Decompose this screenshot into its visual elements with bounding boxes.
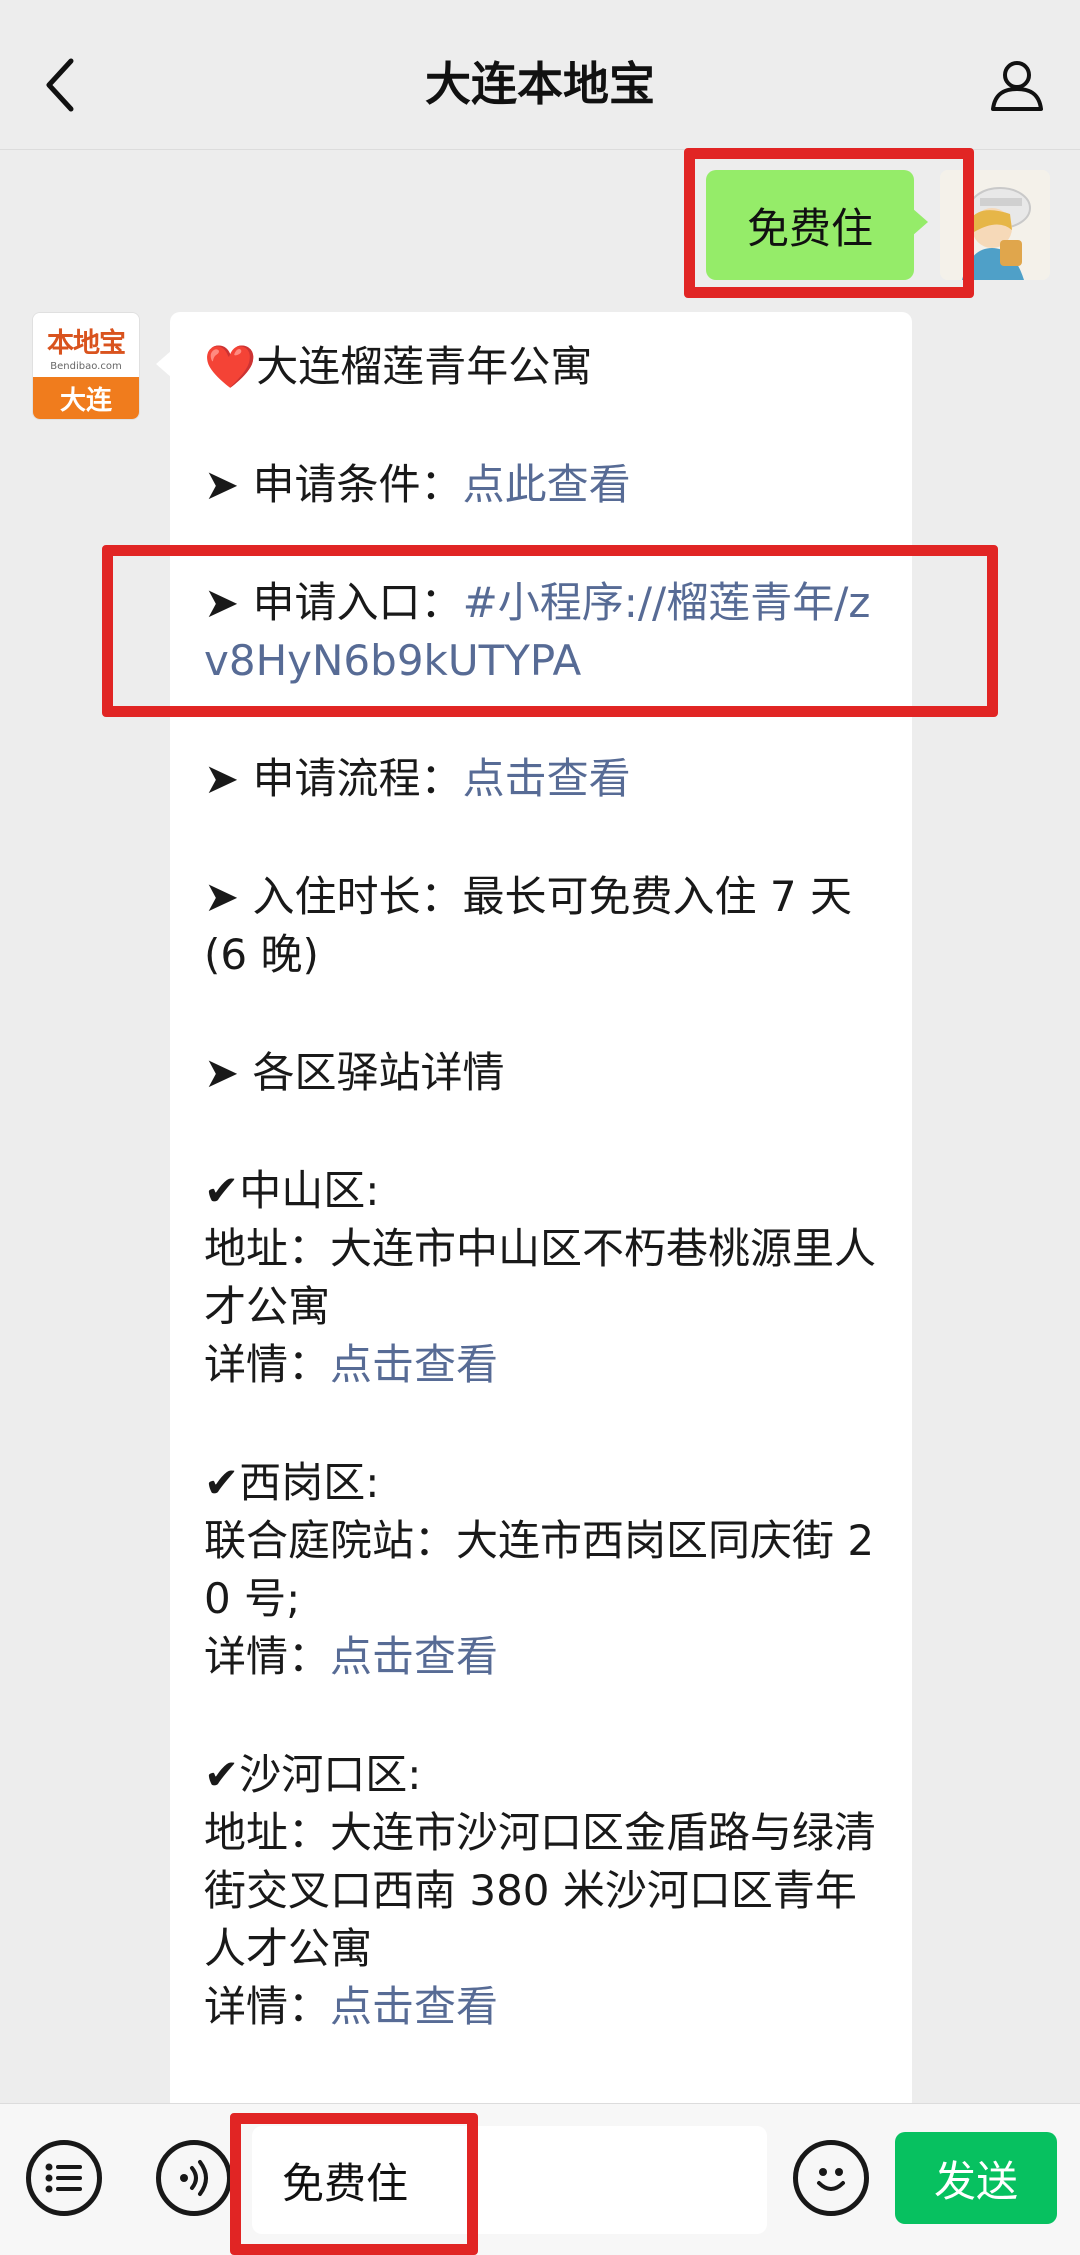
apply-process-label: 申请流程： — [252, 754, 463, 803]
arrow-bullet: ➤ — [204, 754, 253, 803]
bendibao-avatar[interactable]: 本地宝 Bendibao.com 大连 — [32, 312, 140, 420]
detail-link[interactable]: 点击查看 — [330, 1982, 498, 2031]
district-address: 联合庭院站：大连市西岗区同庆街 20 号; — [204, 1516, 875, 1623]
stay-duration-line: ➤ 入住时长：最长可免费入住 7 天(6 晚) — [204, 868, 878, 984]
detail-label: 详情： — [204, 1340, 331, 1389]
emoji-button[interactable] — [793, 2140, 869, 2216]
user-avatar-image — [940, 170, 1050, 280]
detail-link[interactable]: 点击查看 — [330, 1340, 498, 1389]
apply-conditions-label: 申请条件： — [252, 460, 463, 509]
district-name: ✔沙河口区: — [204, 1750, 422, 1799]
chat-header: 大连本地宝 — [0, 0, 1080, 150]
outgoing-message-text: 免费住 — [746, 203, 873, 253]
chat-input-bar: 免费住 发送 — [0, 2103, 1080, 2255]
district-name: ✔西岗区: — [204, 1458, 380, 1507]
district-zhongshan: ✔中山区: 地址：大连市中山区不朽巷桃源里人才公寓 详情：点击查看 — [204, 1162, 878, 1394]
apply-conditions-link[interactable]: 点此查看 — [463, 460, 631, 509]
apply-process-line: ➤ 申请流程：点击查看 — [204, 750, 878, 808]
apply-process-link[interactable]: 点击查看 — [463, 754, 631, 803]
district-address: 地址：大连市沙河口区金盾路与绿清街交叉口西南 380 米沙河口区青年人才公寓 — [204, 1808, 877, 1973]
message-input-value: 免费住 — [282, 2158, 409, 2208]
arrow-bullet: ➤ — [204, 1048, 253, 1097]
district-name: ✔中山区: — [204, 1166, 380, 1215]
detail-label: 详情： — [204, 1632, 331, 1681]
bendibao-logo-text: 本地宝 — [47, 327, 126, 359]
message-input[interactable]: 免费住 — [252, 2126, 767, 2234]
message-title: ❤️大连榴莲青年公寓 — [204, 342, 593, 391]
district-address: 地址：大连市中山区不朽巷桃源里人才公寓 — [204, 1224, 877, 1331]
arrow-bullet: ➤ — [204, 578, 253, 627]
bendibao-logo-sub: Bendibao.com — [50, 360, 122, 372]
apply-entry-label: 申请入口： — [252, 578, 463, 627]
outgoing-message-bubble[interactable]: 免费住 — [706, 170, 928, 280]
district-stations-text: 各区驿站详情 — [252, 1048, 505, 1097]
emoji-icon — [817, 2168, 845, 2191]
district-detail-line: 详情：点击查看 — [204, 1628, 878, 1686]
person-icon — [991, 61, 1043, 111]
district-stations-line: ➤ 各区驿站详情 — [204, 1044, 878, 1102]
list-menu-icon — [45, 2163, 82, 2193]
district-xigang: ✔西岗区: 联合庭院站：大连市西岗区同庆街 20 号; 详情：点击查看 — [204, 1454, 878, 1686]
detail-label: 详情： — [204, 1982, 331, 2031]
stay-duration-text: 入住时长：最长可免费入住 7 天(6 晚) — [204, 872, 852, 979]
arrow-bullet: ➤ — [204, 872, 253, 921]
district-detail-line: 详情：点击查看 — [204, 1336, 878, 1394]
district-detail-line: 详情：点击查看 — [204, 1978, 878, 2036]
send-button[interactable]: 发送 — [895, 2132, 1057, 2224]
bendibao-city-label: 大连 — [33, 377, 139, 419]
voice-button[interactable] — [156, 2140, 232, 2216]
voice-icon — [180, 2160, 208, 2196]
menu-button[interactable] — [26, 2140, 102, 2216]
incoming-message-bubble: ❤️大连榴莲青年公寓 ➤ 申请条件：点此查看 ➤ 申请入口：#小程序://榴莲青… — [156, 312, 912, 2112]
district-shahekou: ✔沙河口区: 地址：大连市沙河口区金盾路与绿清街交叉口西南 380 米沙河口区青… — [204, 1746, 878, 2036]
detail-link[interactable]: 点击查看 — [330, 1632, 498, 1681]
arrow-bullet: ➤ — [204, 460, 253, 509]
chat-title: 大连本地宝 — [425, 57, 655, 111]
apply-conditions-line: ➤ 申请条件：点此查看 — [204, 456, 878, 514]
profile-button[interactable] — [982, 50, 1052, 120]
apply-entry-line: ➤ 申请入口：#小程序://榴莲青年/zv8HyN6b9kUTYPA — [204, 574, 878, 690]
user-avatar[interactable] — [940, 170, 1050, 280]
